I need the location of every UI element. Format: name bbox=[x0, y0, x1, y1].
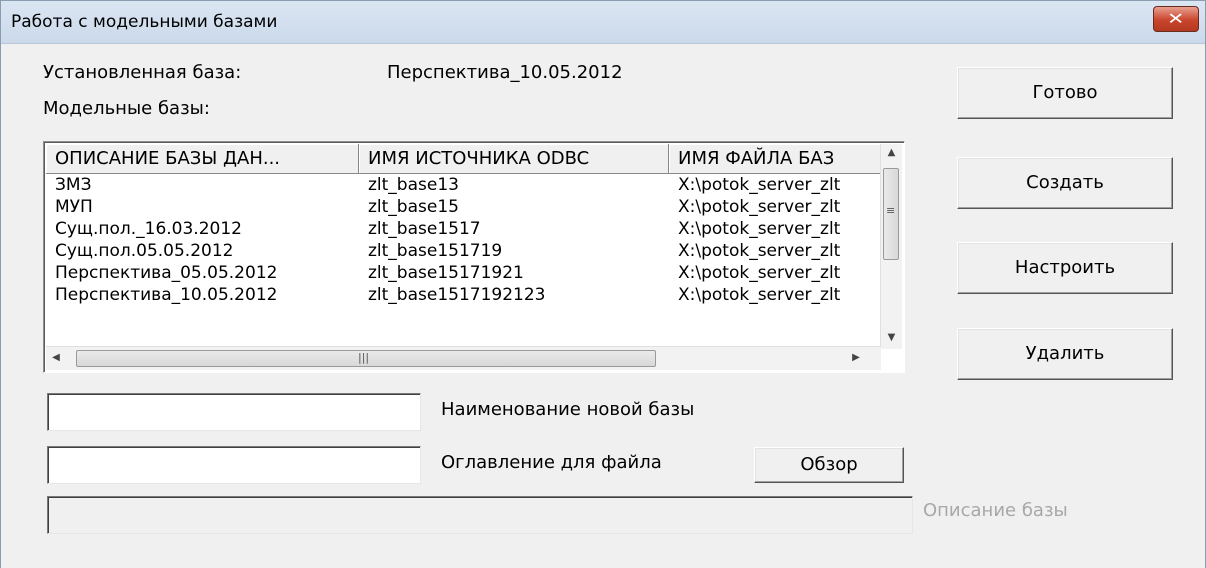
cell-odbc-source: zlt_base151719 bbox=[368, 241, 503, 261]
horizontal-grip-icon: ||| bbox=[358, 351, 370, 364]
new-base-name-input[interactable] bbox=[47, 393, 421, 431]
done-button[interactable]: Готово bbox=[957, 67, 1173, 119]
title-bar: Работа с модельными базами ✕ bbox=[1, 1, 1205, 44]
configure-button[interactable]: Настроить bbox=[957, 242, 1173, 294]
column-header-description[interactable]: ОПИСАНИЕ БАЗЫ ДАН... bbox=[46, 144, 359, 174]
new-base-name-label: Наименование новой базы bbox=[441, 399, 695, 420]
cell-file-name: X:\potok_server_zlt bbox=[678, 241, 841, 261]
cell-description: ЗМЗ bbox=[55, 175, 92, 195]
list-item[interactable]: МУП zlt_base15 X:\potok_server_zlt bbox=[46, 196, 882, 218]
cell-file-name: X:\potok_server_zlt bbox=[678, 263, 841, 283]
cell-description: Сущ.пол._16.03.2012 bbox=[55, 219, 242, 239]
dialog-window: Работа с модельными базами ✕ Установленн… bbox=[0, 0, 1206, 568]
browse-button[interactable]: Обзор bbox=[754, 447, 904, 483]
list-item[interactable]: Сущ.пол.05.05.2012 zlt_base151719 X:\potok… bbox=[46, 240, 882, 262]
column-header-file-name[interactable]: ИМЯ ФАЙЛА БАЗ bbox=[669, 144, 882, 174]
base-description-input bbox=[47, 496, 913, 534]
list-item[interactable]: Перспектива_10.05.2012 zlt_base1517192123… bbox=[46, 284, 882, 306]
cell-odbc-source: zlt_base13 bbox=[368, 175, 459, 195]
close-icon: ✕ bbox=[1167, 9, 1185, 28]
scroll-right-icon[interactable]: ▶ bbox=[848, 352, 864, 363]
file-directory-input[interactable] bbox=[47, 446, 421, 484]
cell-file-name: X:\potok_server_zlt bbox=[678, 219, 841, 239]
cell-file-name: X:\potok_server_zlt bbox=[678, 175, 841, 195]
cell-description: Сущ.пол.05.05.2012 bbox=[55, 241, 234, 261]
cell-odbc-source: zlt_base15171921 bbox=[368, 263, 524, 283]
scroll-left-icon[interactable]: ◀ bbox=[48, 352, 64, 363]
list-item[interactable]: Перспектива_05.05.2012 zlt_base15171921 X:… bbox=[46, 262, 882, 284]
cell-description: Перспектива_10.05.2012 bbox=[55, 285, 278, 305]
cell-file-name: X:\potok_server_zlt bbox=[678, 197, 841, 217]
scroll-down-icon[interactable]: ▼ bbox=[881, 332, 902, 343]
window-title: Работа с модельными базами bbox=[11, 12, 278, 32]
model-bases-list[interactable]: ОПИСАНИЕ БАЗЫ ДАН... ИМЯ ИСТОЧНИКА ODBC … bbox=[43, 141, 905, 373]
installed-base-label: Установленная база: bbox=[43, 62, 242, 83]
vertical-scrollbar[interactable]: ▲ ≡ ▼ bbox=[880, 144, 902, 349]
cell-description: Перспектива_05.05.2012 bbox=[55, 263, 278, 283]
file-directory-label: Оглавление для файла bbox=[441, 452, 662, 473]
list-item[interactable]: ЗМЗ zlt_base13 X:\potok_server_zlt bbox=[46, 174, 882, 196]
delete-button[interactable]: Удалить bbox=[957, 328, 1173, 380]
column-header-odbc-source[interactable]: ИМЯ ИСТОЧНИКА ODBC bbox=[359, 144, 669, 174]
cell-odbc-source: zlt_base1517192123 bbox=[368, 285, 546, 305]
cell-odbc-source: zlt_base1517 bbox=[368, 219, 481, 239]
close-button[interactable]: ✕ bbox=[1153, 6, 1199, 32]
dialog-client-area: Установленная база: Перспектива_10.05.20… bbox=[1, 44, 1205, 568]
list-item[interactable]: Сущ.пол._16.03.2012 zlt_base1517 X:\potok_… bbox=[46, 218, 882, 240]
vertical-grip-icon: ≡ bbox=[886, 204, 896, 217]
create-button[interactable]: Создать bbox=[957, 157, 1173, 209]
cell-file-name: X:\potok_server_zlt bbox=[678, 285, 841, 305]
scroll-up-icon[interactable]: ▲ bbox=[881, 147, 902, 158]
list-rows: ЗМЗ zlt_base13 X:\potok_server_zlt МУП zlt_… bbox=[46, 174, 882, 306]
installed-base-value: Перспектива_10.05.2012 bbox=[387, 62, 623, 83]
cell-description: МУП bbox=[55, 197, 93, 217]
base-description-label: Описание базы bbox=[923, 500, 1068, 521]
list-header: ОПИСАНИЕ БАЗЫ ДАН... ИМЯ ИСТОЧНИКА ODBC … bbox=[46, 144, 882, 174]
model-bases-label: Модельные базы: bbox=[43, 98, 210, 119]
horizontal-scrollbar[interactable]: ◀ ||| ▶ bbox=[46, 346, 881, 370]
cell-odbc-source: zlt_base15 bbox=[368, 197, 459, 217]
